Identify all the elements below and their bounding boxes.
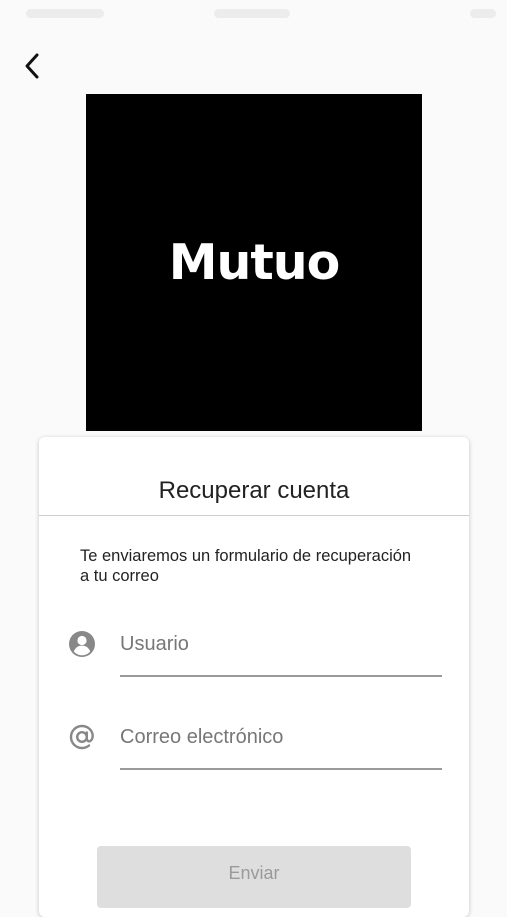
logo-text: Mutuo [168,234,341,291]
username-field [67,629,442,689]
recovery-card: Recuperar cuenta Te enviaremos un formul… [39,437,469,917]
at-sign-icon [67,722,97,752]
status-bar-time [214,9,290,18]
status-bar-carrier [26,9,104,18]
username-input[interactable] [120,629,442,659]
chevron-left-icon [25,53,39,79]
logo: Mutuo [86,94,422,431]
card-divider [39,515,469,516]
email-field [67,722,442,782]
status-bar-battery [470,9,496,18]
back-button[interactable] [14,48,50,84]
card-title: Recuperar cuenta [158,477,350,504]
status-bar [0,0,507,30]
submit-button[interactable]: Enviar [97,846,411,908]
card-description: Te enviaremos un formulario de recuperac… [80,547,412,585]
email-input[interactable] [120,722,442,752]
username-underline [120,675,442,677]
user-circle-icon [67,629,97,659]
email-underline [120,768,442,770]
